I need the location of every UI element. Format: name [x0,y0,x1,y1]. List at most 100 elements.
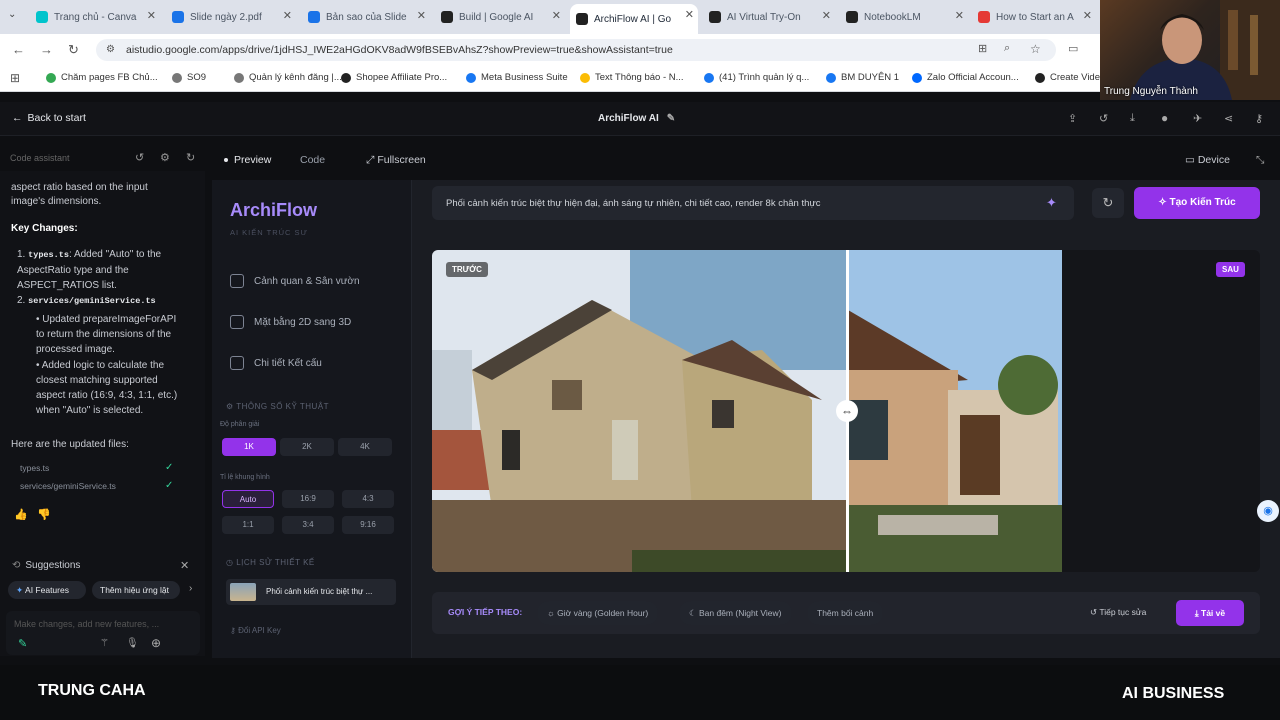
forward-icon[interactable]: → [40,42,53,57]
extension-icon[interactable]: ▭ [1068,42,1078,55]
tab-preview[interactable]: Preview [224,154,271,166]
prompt-text: Phối cảnh kiến trúc biệt thự hiện đại, á… [446,198,821,209]
close-tab-icon[interactable]: ✕ [822,9,831,22]
download-icon[interactable]: ⤓ [1130,112,1135,125]
prompt-input[interactable]: Phối cảnh kiến trúc biệt thự hiện đại, á… [432,186,1074,220]
suggestion-chip[interactable]: Thêm hiệu ứng lật [92,581,180,599]
tab-code[interactable]: Code [300,154,325,166]
ratio-16-9[interactable]: 16:9 [282,490,334,508]
ratio-4-3[interactable]: 4:3 [342,490,394,508]
nav-structure[interactable]: Chi tiết Kết cấu [230,356,322,370]
resolution-1k[interactable]: 1K [222,438,276,456]
assistant-label: Code assistant [10,153,70,163]
share-link-icon[interactable]: ⋖ [1224,112,1233,125]
next-suggestion-chip[interactable]: ☾ Ban đêm (Night View) [679,601,792,625]
translate-icon[interactable]: ⊞ [978,42,987,55]
generate-button[interactable]: ✧ Tạo Kiến Trúc [1134,187,1260,219]
key-icon[interactable]: ⚷ [1255,112,1263,125]
pencil-icon[interactable]: ✎ [667,113,675,124]
resolution-2k[interactable]: 2K [280,438,334,456]
close-tab-icon[interactable]: ✕ [283,9,292,22]
url-text: aistudio.google.com/apps/drive/1jdHSJ_IW… [126,44,673,56]
star-icon[interactable]: ☆ [1030,42,1041,56]
thumbs-down-icon[interactable]: 👎 [37,508,51,521]
refresh-icon[interactable]: ↻ [186,151,195,164]
file-link[interactable]: services/geminiService.ts [20,481,116,491]
ratio-1-1[interactable]: 1:1 [222,516,274,534]
regenerate-button[interactable]: ↻ [1092,188,1124,218]
next-suggestion-chip[interactable]: Thêm bối cảnh [807,601,884,625]
microphone-icon[interactable]: 🎙 [126,638,139,649]
bookmark-item[interactable]: Chăm pages FB Chủ... [46,72,158,83]
brand-logo: ArchiFlow [230,200,318,220]
magic-wand-icon[interactable]: ✦ [1046,195,1057,211]
bookmark-item[interactable]: Text Thông báo - N... [580,72,684,83]
browser-tab[interactable]: Slide ngày 2.pdf ✕ [166,5,296,29]
floating-help-icon[interactable]: ◉ [1257,500,1279,522]
slider-handle-icon[interactable]: ⇔ [836,400,858,422]
apps-grid-icon[interactable]: ⊞ [10,71,20,85]
change-api-key-button[interactable]: ⚷ Đổi API Key [230,626,281,635]
close-icon[interactable]: ✕ [180,559,189,572]
resolution-4k[interactable]: 4K [338,438,392,456]
fullscreen-button[interactable]: ⤢ Fullscreen [366,154,426,167]
chevron-right-icon[interactable]: › [189,583,192,594]
download-button[interactable]: ⤓ Tải về [1176,600,1244,626]
ratio-3-4[interactable]: 3:4 [282,516,334,534]
file-link[interactable]: types.ts [20,463,49,473]
browser-tab[interactable]: How to Start an A ✕ [972,5,1096,29]
close-tab-icon[interactable]: ✕ [685,8,694,21]
browser-tab[interactable]: Bản sao của Slide ✕ [302,5,430,29]
history-icon[interactable]: ↺ [1099,112,1108,125]
browser-tab[interactable]: NotebookLM ✕ [840,5,968,29]
github-icon[interactable]: ● [1161,111,1168,125]
history-icon[interactable]: ↺ [135,151,144,164]
close-tab-icon[interactable]: ✕ [552,9,561,22]
next-suggestion-chip[interactable]: ☼ Giờ vàng (Golden Hour) [537,601,659,625]
expand-icon[interactable]: ⤡ [1256,154,1264,167]
browser-tab[interactable]: Trang chủ - Canva ✕ [30,5,160,29]
suggestion-chip[interactable]: ✦ AI Features [8,581,86,599]
zoom-icon[interactable]: ⌕ [1004,42,1010,55]
device-button[interactable]: ▭ Device [1185,154,1230,166]
nav-floorplan[interactable]: Mặt bằng 2D sang 3D [230,315,351,329]
thumbs-up-icon[interactable]: 👍 [14,508,28,521]
site-info-icon[interactable]: ⚙ [106,39,115,61]
bookmark-item[interactable]: Shopee Affiliate Pro... [341,72,447,83]
add-icon[interactable]: ⊕ [151,636,161,650]
deploy-icon[interactable]: ✈ [1193,112,1202,125]
suggestions-row: ⟲ Suggestions [12,560,80,571]
continue-edit-button[interactable]: ↺ Tiếp tục sửa [1090,607,1146,618]
reload-icon[interactable]: ↻ [68,42,79,58]
assistant-input[interactable]: Make changes, add new features, ... ✎ ⚚ … [6,611,200,655]
ratio-9-16[interactable]: 9:16 [342,516,394,534]
bookmark-item[interactable]: Create Vide [1035,72,1100,83]
assistant-header: Code assistant ↺ ⚙ ↻ [0,147,205,171]
bookmark-item[interactable]: BM DUYÊN 1 [826,72,899,83]
bookmark-item[interactable]: Quản lý kênh đăng |... [234,72,342,83]
browser-tab[interactable]: AI Virtual Try-On ✕ [703,5,835,29]
bookmark-item[interactable]: (41) Trình quản lý q... [704,72,809,83]
bookmark-item[interactable]: Meta Business Suite [466,72,568,83]
share-icon[interactable]: ⇪ [1068,112,1077,125]
pencil-icon[interactable]: ✎ [18,637,27,650]
history-item[interactable]: Phối cảnh kiến trúc biệt thự ... [226,579,396,605]
nav-landscape[interactable]: Cảnh quan & Sân vườn [230,274,360,288]
browser-tab[interactable]: Build | Google AI ✕ [435,5,565,29]
back-icon[interactable]: ← [12,42,25,57]
url-input[interactable]: ⚙ aistudio.google.com/apps/drive/1jdHSJ_… [96,39,1056,61]
bookmark-item[interactable]: Zalo Official Accoun... [912,72,1019,83]
close-tab-icon[interactable]: ✕ [417,9,426,22]
ratio-auto[interactable]: Auto [222,490,274,508]
browser-tab[interactable]: ArchiFlow AI | Go ✕ [570,4,698,34]
tab-search-icon[interactable]: ⌄ [8,9,16,20]
bookmark-item[interactable]: SO9 [172,72,206,83]
back-to-start-button[interactable]: ← Back to start [12,112,86,124]
close-tab-icon[interactable]: ✕ [1083,9,1092,22]
close-tab-icon[interactable]: ✕ [147,9,156,22]
magic-wand-icon[interactable]: ⚚ [100,638,109,649]
gear-icon[interactable]: ⚙ [160,151,170,164]
bookmark-favicon-icon [704,72,714,83]
close-tab-icon[interactable]: ✕ [955,9,964,22]
tab-favicon-icon [36,11,48,23]
